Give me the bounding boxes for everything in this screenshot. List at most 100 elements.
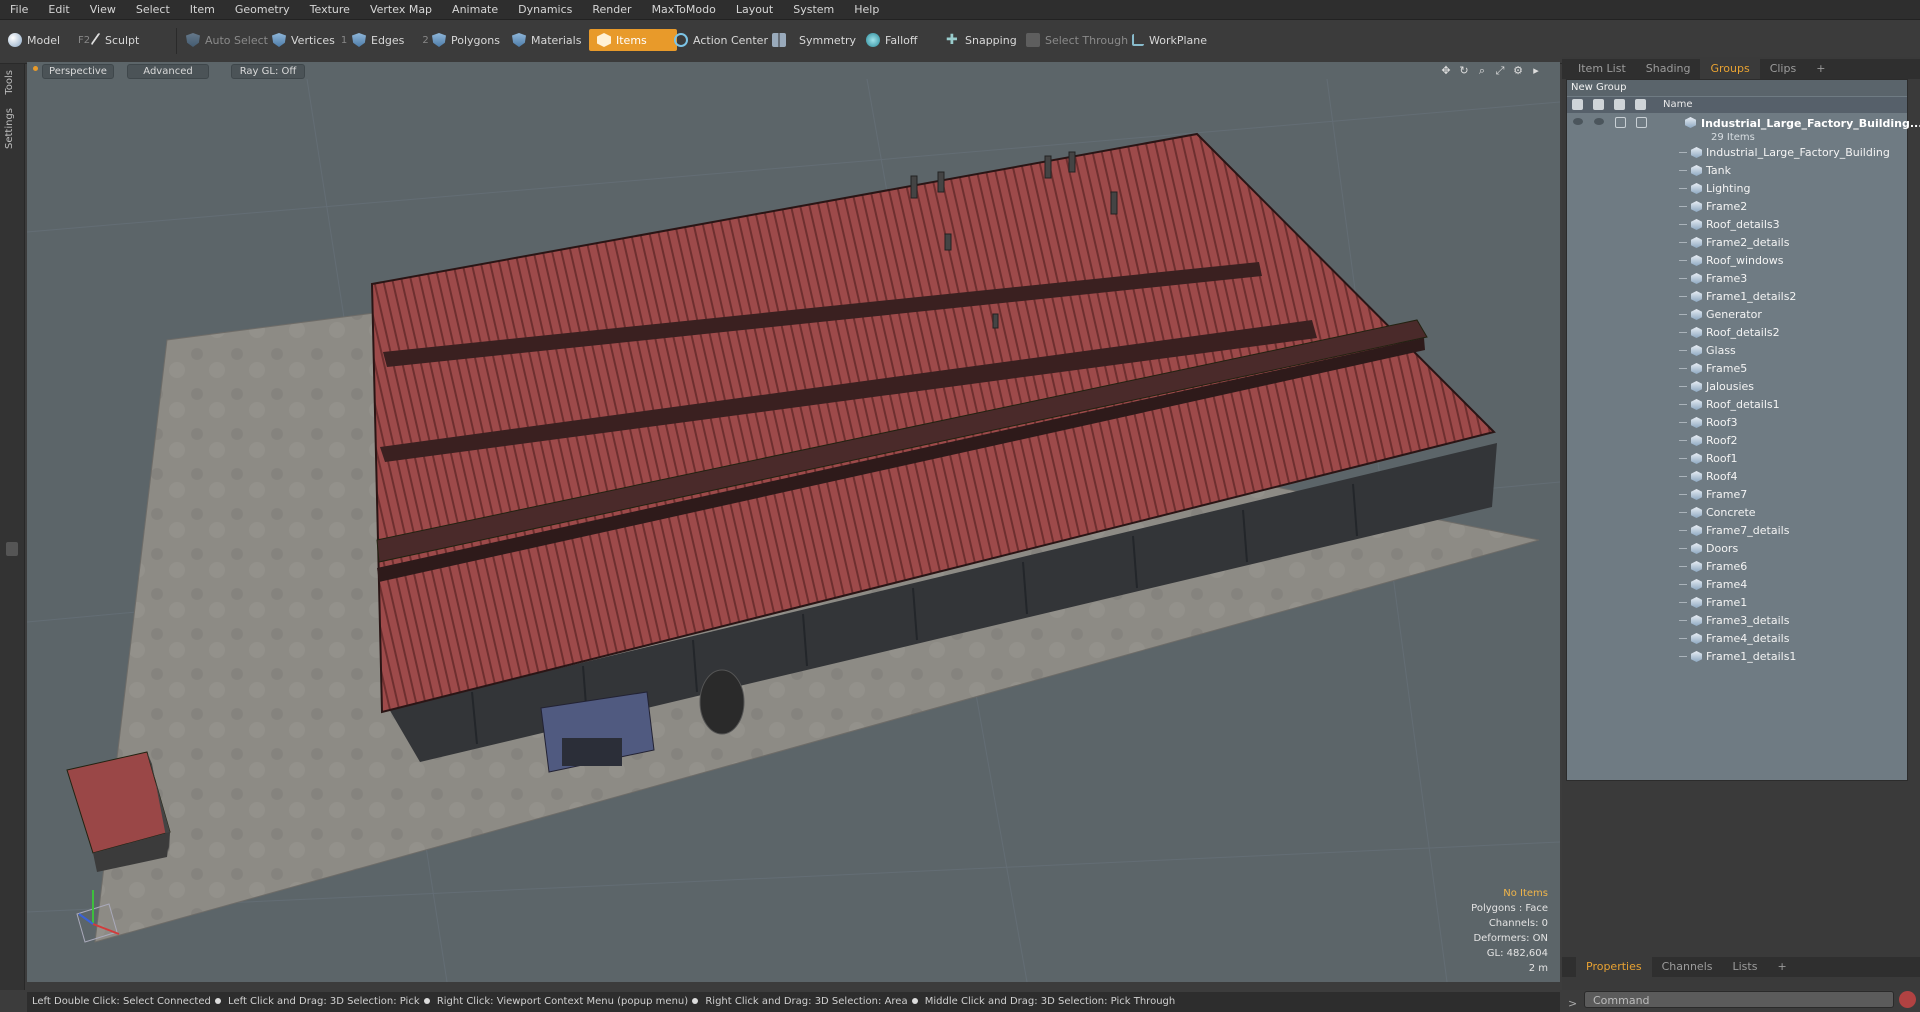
group-item-row[interactable]: Frame2_details <box>1567 234 1907 252</box>
group-item-row[interactable]: Frame2 <box>1567 198 1907 216</box>
sculpt-button[interactable]: Sculpt <box>90 29 139 51</box>
pan-icon[interactable]: ✥ <box>1440 65 1452 77</box>
materials-icon <box>512 33 526 47</box>
tab-channels[interactable]: Channels <box>1652 957 1723 977</box>
group-item-row[interactable]: Roof1 <box>1567 450 1907 468</box>
tab-lists[interactable]: Lists <box>1723 957 1768 977</box>
group-item-row[interactable]: Frame1 <box>1567 594 1907 612</box>
group-item-row[interactable]: Roof_details1 <box>1567 396 1907 414</box>
group-item-row[interactable]: Roof_windows <box>1567 252 1907 270</box>
menu-item[interactable]: Item <box>180 0 225 19</box>
group-item-row[interactable]: Roof_details2 <box>1567 324 1907 342</box>
group-item-row[interactable]: Roof2 <box>1567 432 1907 450</box>
group-item-row[interactable]: Frame5 <box>1567 360 1907 378</box>
group-item-row[interactable]: Roof3 <box>1567 414 1907 432</box>
menu-help[interactable]: Help <box>844 0 889 19</box>
mesh-icon <box>1691 615 1702 626</box>
water-tank <box>699 669 745 735</box>
tab-groups[interactable]: Groups <box>1700 59 1760 79</box>
lock-column-icon[interactable] <box>1614 99 1625 110</box>
materials-button[interactable]: Materials <box>512 29 581 51</box>
snapping-button[interactable]: ✚ Snapping <box>946 29 1017 51</box>
command-input[interactable]: Command <box>1584 991 1894 1008</box>
menu-dynamics[interactable]: Dynamics <box>508 0 582 19</box>
menu-geometry[interactable]: Geometry <box>225 0 300 19</box>
menu-vertex-map[interactable]: Vertex Map <box>360 0 442 19</box>
select-checkbox[interactable] <box>1636 117 1647 128</box>
stop-icon[interactable] <box>1899 991 1916 1008</box>
shading-mode-button[interactable]: Advanced <box>127 64 209 79</box>
new-group-button[interactable]: New Group <box>1567 80 1907 96</box>
chevron-right-icon[interactable]: ▸ <box>1530 65 1542 77</box>
group-item-row[interactable]: Frame1_details1 <box>1567 648 1907 666</box>
select-column-icon[interactable] <box>1635 99 1646 110</box>
symmetry-button[interactable]: Symmetry <box>772 29 856 51</box>
menu-file[interactable]: File <box>0 0 38 19</box>
factory-building-scene[interactable] <box>27 62 1560 982</box>
groups-column-header: Name <box>1567 97 1907 113</box>
tab-properties[interactable]: Properties <box>1576 957 1652 977</box>
tab-shading[interactable]: Shading <box>1636 59 1701 79</box>
edges-button[interactable]: Edges 2 <box>352 29 429 51</box>
panel-toggle-handle[interactable] <box>6 542 18 556</box>
gear-icon[interactable]: ⚙ <box>1512 65 1524 77</box>
group-item-row[interactable]: Roof4 <box>1567 468 1907 486</box>
polygons-button[interactable]: Polygons <box>432 29 500 51</box>
add-tab-icon[interactable]: + <box>1767 957 1796 977</box>
tab-clips[interactable]: Clips <box>1760 59 1807 79</box>
group-item-row[interactable]: Frame4_details <box>1567 630 1907 648</box>
auto-select-button[interactable]: Auto Select <box>186 29 268 51</box>
group-item-row[interactable]: Lighting <box>1567 180 1907 198</box>
zoom-icon[interactable]: ⌕ <box>1476 65 1488 77</box>
vertices-button[interactable]: Vertices 1 <box>272 29 347 51</box>
tab-item-list[interactable]: Item List <box>1562 59 1636 79</box>
group-item-row[interactable]: Frame3_details <box>1567 612 1907 630</box>
menu-layout[interactable]: Layout <box>726 0 783 19</box>
menu-render[interactable]: Render <box>582 0 641 19</box>
group-item-row[interactable]: Concrete <box>1567 504 1907 522</box>
add-tab-icon[interactable]: + <box>1806 59 1835 79</box>
tree-connector <box>1679 458 1687 459</box>
model-button[interactable]: Model F2 <box>8 29 90 51</box>
menu-edit[interactable]: Edit <box>38 0 79 19</box>
group-item-row[interactable]: Frame4 <box>1567 576 1907 594</box>
group-item-row[interactable]: Tank <box>1567 162 1907 180</box>
action-center-button[interactable]: Action Center <box>674 29 768 51</box>
lock-checkbox[interactable] <box>1615 117 1626 128</box>
settings-tab[interactable]: Settings <box>4 108 15 149</box>
menu-system[interactable]: System <box>783 0 844 19</box>
group-item-row[interactable]: Jalousies <box>1567 378 1907 396</box>
select-through-button[interactable]: Select Through <box>1026 29 1128 51</box>
menu-view[interactable]: View <box>80 0 126 19</box>
group-item-row[interactable]: Glass <box>1567 342 1907 360</box>
raygl-toggle[interactable]: Ray GL: Off <box>231 64 305 79</box>
perspective-button[interactable]: Perspective <box>42 64 114 79</box>
viewport-menu-dot[interactable] <box>33 66 38 71</box>
group-item-row[interactable]: Industrial_Large_Factory_Building <box>1567 144 1907 162</box>
rotate-icon[interactable]: ↻ <box>1458 65 1470 77</box>
tools-tab[interactable]: Tools <box>4 70 15 95</box>
name-column-header[interactable]: Name <box>1663 97 1693 113</box>
3d-viewport[interactable]: Perspective Advanced Ray GL: Off ✥ ↻ ⌕ ⤢… <box>27 62 1560 982</box>
menu-texture[interactable]: Texture <box>300 0 360 19</box>
group-item-row[interactable]: Generator <box>1567 306 1907 324</box>
group-row[interactable]: Industrial_Large_Factory_Building... 29 … <box>1567 114 1920 144</box>
group-item-row[interactable]: Frame1_details2 <box>1567 288 1907 306</box>
fit-view-icon[interactable]: ⤢ <box>1494 65 1506 77</box>
items-button[interactable]: Items <box>589 29 677 51</box>
menu-select[interactable]: Select <box>126 0 180 19</box>
group-item-row[interactable]: Frame3 <box>1567 270 1907 288</box>
group-item-row[interactable]: Roof_details3 <box>1567 216 1907 234</box>
visibility-column-icon[interactable] <box>1572 99 1583 110</box>
menu-animate[interactable]: Animate <box>442 0 508 19</box>
eye-icon[interactable] <box>1573 118 1583 125</box>
workplane-button[interactable]: WorkPlane <box>1132 29 1207 51</box>
render-column-icon[interactable] <box>1593 99 1604 110</box>
menu-maxtomodo[interactable]: MaxToModo <box>642 0 726 19</box>
group-item-row[interactable]: Doors <box>1567 540 1907 558</box>
group-item-row[interactable]: Frame6 <box>1567 558 1907 576</box>
group-item-row[interactable]: Frame7 <box>1567 486 1907 504</box>
group-item-row[interactable]: Frame7_details <box>1567 522 1907 540</box>
falloff-button[interactable]: Falloff <box>866 29 917 51</box>
render-toggle-icon[interactable] <box>1594 118 1604 125</box>
